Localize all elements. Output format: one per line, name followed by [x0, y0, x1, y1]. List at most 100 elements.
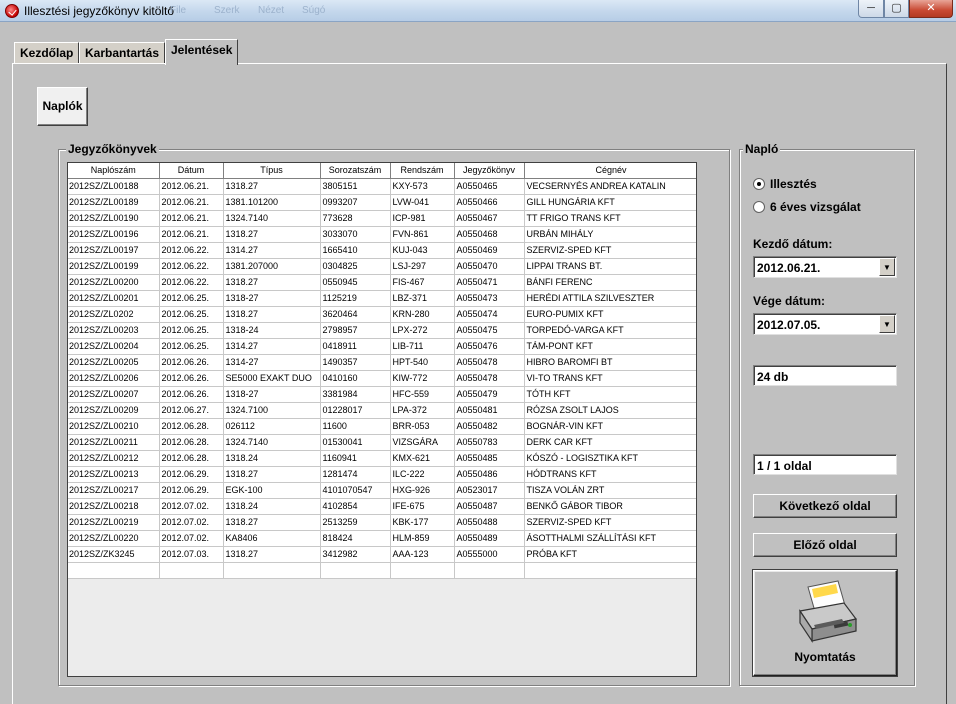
table-cell: SE5000 EXAKT DUO: [223, 370, 321, 387]
table-row[interactable]: 2012SZ/ZL00218 2012.07.02. 1318.24 4102854 I…: [68, 498, 696, 515]
table-cell: HPT-540: [390, 354, 455, 371]
kezdo-datum-select[interactable]: 2012.06.21. ▼: [753, 256, 897, 278]
table-cell: VECSERNYÉS ANDREA KATALIN: [524, 178, 696, 195]
column-header-naploszam[interactable]: Naplószám: [68, 163, 160, 179]
table-cell: 2012.06.28.: [159, 450, 224, 467]
table-row[interactable]: 2012SZ/ZL00203 2012.06.25. 1318-24 2798957 L…: [68, 322, 696, 339]
table-row[interactable]: 2012SZ/ZL00200 2012.06.22. 1318.27 0550945 F…: [68, 274, 696, 291]
column-header-sorozatszam[interactable]: Sorozatszám: [320, 163, 391, 179]
table-cell: 1318.24: [223, 450, 321, 467]
radio-illesztes[interactable]: Illesztés: [753, 177, 817, 191]
record-count-field: 24 db: [753, 365, 897, 386]
table-row[interactable]: 2012SZ/ZL00211 2012.06.28. 1324.7140 015300…: [68, 434, 696, 451]
table-cell: 2012SZ/ZL00211: [68, 434, 160, 451]
table-cell: 1314.27: [223, 242, 321, 259]
table-row[interactable]: 2012SZ/ZL00210 2012.06.28. 026112 11600 BRR-…: [68, 418, 696, 435]
table-cell: A0550474: [454, 306, 525, 323]
table-cell: TORPEDÓ-VARGA KFT: [524, 322, 696, 339]
table-cell: A0550473: [454, 290, 525, 307]
print-button[interactable]: Nyomtatás: [752, 569, 898, 677]
table-row[interactable]: 2012SZ/ZL00189 2012.06.21. 1381.101200 0993…: [68, 194, 696, 211]
table-cell: 2012SZ/ZL00190: [68, 210, 160, 227]
minimize-button[interactable]: ─: [858, 0, 884, 18]
table-cell: TÓTH KFT: [524, 386, 696, 403]
table-cell: A0550487: [454, 498, 525, 515]
table-cell: 2012.06.28.: [159, 418, 224, 435]
close-button[interactable]: ✕: [909, 0, 953, 18]
table-row[interactable]: 2012SZ/ZL00213 2012.06.29. 1318.27 1281474 I…: [68, 466, 696, 483]
table-row[interactable]: 2012SZ/ZL00219 2012.07.02. 1318.27 2513259 K…: [68, 514, 696, 531]
table-row[interactable]: 2012SZ/ZL00196 2012.06.21. 1318.27 3033070 F…: [68, 226, 696, 243]
radio-vizsgalat-indicator[interactable]: [753, 201, 765, 213]
table-cell: A0550475: [454, 322, 525, 339]
jegyzokonyvek-group-title: Jegyzőkönyvek: [66, 142, 159, 156]
table-cell: KUJ-043: [390, 242, 455, 259]
kezdo-datum-value: 2012.06.21.: [757, 261, 821, 275]
column-header-cegnev[interactable]: Cégnév: [524, 163, 696, 179]
table-cell: 11600: [320, 418, 391, 435]
table-cell: [524, 562, 696, 579]
table-row[interactable]: 2012SZ/ZL00205 2012.06.26. 1314-27 1490357 H…: [68, 354, 696, 371]
vege-datum-value: 2012.07.05.: [757, 318, 821, 332]
table-cell: 2513259: [320, 514, 391, 531]
jegyzokonyvek-table[interactable]: Naplószám Dátum Típus Sorozatszám Rendsz…: [67, 162, 697, 677]
table-cell: 2012.06.25.: [159, 306, 224, 323]
table-cell: 818424: [320, 530, 391, 547]
naplok-toggle-button[interactable]: Naplók: [37, 87, 88, 126]
radio-illesztes-indicator[interactable]: [753, 178, 765, 190]
table-row[interactable]: 2012SZ/ZL00220 2012.07.02. KA8406 818424 HLM…: [68, 530, 696, 547]
table-cell: A0550466: [454, 194, 525, 211]
radio-6-eves-vizsgalat[interactable]: 6 éves vizsgálat: [753, 200, 861, 214]
prev-page-button[interactable]: Előző oldal: [753, 533, 897, 557]
table-cell: URBÁN MIHÁLY: [524, 226, 696, 243]
table-cell: 1490357: [320, 354, 391, 371]
table-cell: 01228017: [320, 402, 391, 419]
table-cell: 1318.27: [223, 546, 321, 563]
table-cell: 2012.06.25.: [159, 290, 224, 307]
vege-datum-select[interactable]: 2012.07.05. ▼: [753, 313, 897, 335]
next-page-button[interactable]: Következő oldal: [753, 494, 897, 518]
table-cell: 1318.27: [223, 514, 321, 531]
table-row[interactable]: 2012SZ/ZL00207 2012.06.26. 1318-27 3381984 H…: [68, 386, 696, 403]
table-row[interactable]: 2012SZ/ZL00217 2012.06.29. EGK-100 41010705…: [68, 482, 696, 499]
table-cell: 2012.06.28.: [159, 434, 224, 451]
radio-illesztes-label: Illesztés: [770, 177, 817, 191]
table-row[interactable]: 2012SZ/ZL00190 2012.06.21. 1324.7140 773628…: [68, 210, 696, 227]
table-row[interactable]: 2012SZ/ZL00212 2012.06.28. 1318.24 1160941 K…: [68, 450, 696, 467]
table-cell: A0523017: [454, 482, 525, 499]
maximize-button[interactable]: ▢: [884, 0, 909, 18]
table-cell: LVW-041: [390, 194, 455, 211]
table-cell: A0550783: [454, 434, 525, 451]
chevron-down-icon[interactable]: ▼: [879, 315, 895, 333]
column-header-jegyzokonyv[interactable]: Jegyzőkönyv: [454, 163, 525, 179]
table-cell: 2012SZ/ZL00206: [68, 370, 160, 387]
column-header-datum[interactable]: Dátum: [159, 163, 224, 179]
column-header-rendszam[interactable]: Rendszám: [390, 163, 455, 179]
table-row[interactable]: 2012SZ/ZL00206 2012.06.26. SE5000 EXAKT DU…: [68, 370, 696, 387]
table-row[interactable]: 2012SZ/ZL00209 2012.06.27. 1324.7100 012280…: [68, 402, 696, 419]
table-row[interactable]: 2012SZ/ZL00204 2012.06.25. 1314.27 0418911 L…: [68, 338, 696, 355]
tab-kezdolap[interactable]: Kezdőlap: [14, 42, 80, 64]
table-row[interactable]: 2012SZ/ZL00199 2012.06.22. 1381.207000 0304…: [68, 258, 696, 275]
table-cell: 4102854: [320, 498, 391, 515]
table-cell: EGK-100: [223, 482, 321, 499]
table-row[interactable]: [68, 562, 696, 579]
chevron-down-icon[interactable]: ▼: [879, 258, 895, 276]
table-cell: [390, 562, 455, 579]
table-cell: 2012.06.27.: [159, 402, 224, 419]
table-cell: A0550470: [454, 258, 525, 275]
table-cell: HXG-926: [390, 482, 455, 499]
table-row[interactable]: 2012SZ/ZL00197 2012.06.22. 1314.27 1665410 K…: [68, 242, 696, 259]
table-row[interactable]: 2012SZ/ZL00201 2012.06.25. 1318-27 1125219 L…: [68, 290, 696, 307]
table-cell: A0550467: [454, 210, 525, 227]
page-indicator-field: 1 / 1 oldal: [753, 454, 897, 475]
column-header-tipus[interactable]: Típus: [223, 163, 321, 179]
tab-jelentesek[interactable]: Jelentések: [165, 39, 239, 65]
table-cell: 2012SZ/ZL00220: [68, 530, 160, 547]
table-cell: 2012SZ/ZL00213: [68, 466, 160, 483]
table-row[interactable]: 2012SZ/ZL00188 2012.06.21. 1318.27 3805151 K…: [68, 178, 696, 195]
table-row[interactable]: 2012SZ/ZL0202 2012.06.25. 1318.27 3620464 KR…: [68, 306, 696, 323]
tab-karbantartas[interactable]: Karbantartás: [79, 42, 166, 64]
table-row[interactable]: 2012SZ/ZK3245 2012.07.03. 1318.27 3412982 AA…: [68, 546, 696, 563]
table-cell: PRÓBA KFT: [524, 546, 696, 563]
